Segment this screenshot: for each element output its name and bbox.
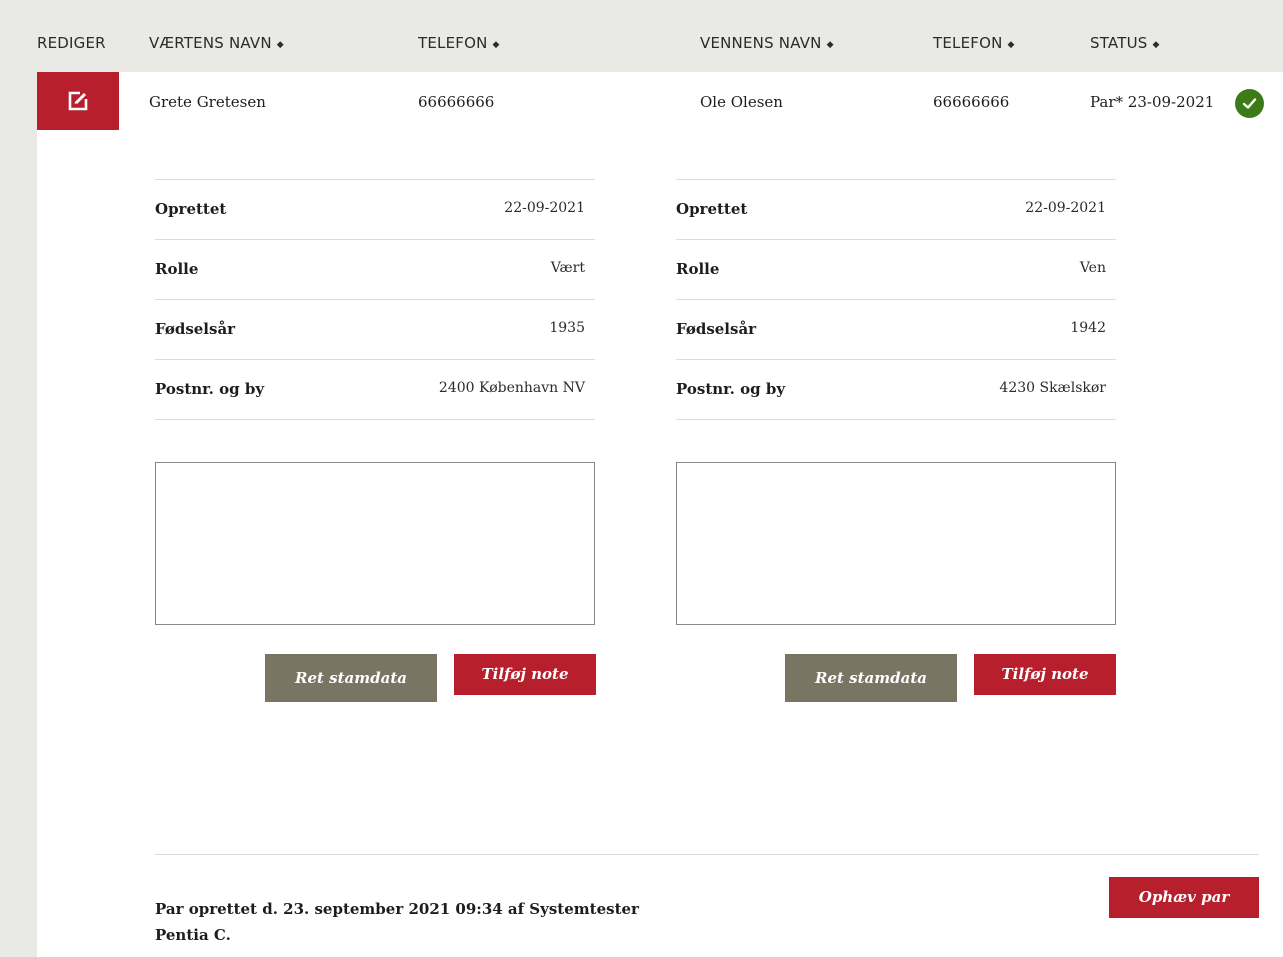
friend-details-table: Oprettet 22-09-2021 Rolle Ven Fødselsår …	[676, 179, 1116, 420]
header-host-name[interactable]: VÆRTENS NAVN ◆	[149, 34, 284, 52]
detail-row: Oprettet 22-09-2021	[676, 180, 1116, 240]
detail-value: 1942	[1070, 320, 1106, 336]
header-friend-phone[interactable]: TELEFON ◆	[933, 34, 1015, 52]
detail-label: Fødselsår	[676, 320, 757, 338]
sort-icon[interactable]: ◆	[1008, 40, 1015, 50]
status-text: Par* 23-09-2021	[1090, 93, 1215, 111]
header-friend-name[interactable]: VENNENS NAVN ◆	[700, 34, 834, 52]
friend-name: Ole Olesen	[700, 93, 783, 111]
sort-icon[interactable]: ◆	[277, 40, 284, 50]
friend-edit-master-data-button[interactable]: Ret stamdata	[785, 654, 957, 702]
detail-label: Fødselsår	[155, 320, 236, 338]
host-add-note-button[interactable]: Tilføj note	[454, 654, 596, 695]
detail-value: 4230 Skælskør	[999, 380, 1106, 396]
detail-row: Oprettet 22-09-2021	[155, 180, 595, 240]
detail-label: Oprettet	[676, 200, 748, 218]
detail-value: 1935	[549, 320, 585, 336]
check-circle-icon	[1235, 89, 1264, 118]
footer-divider	[155, 854, 1259, 855]
sort-icon[interactable]: ◆	[827, 40, 834, 50]
detail-value: Ven	[1079, 260, 1106, 276]
detail-label: Rolle	[155, 260, 199, 278]
header-status[interactable]: STATUS ◆	[1090, 34, 1160, 52]
pair-created-info: Par oprettet d. 23. september 2021 09:34…	[155, 900, 639, 944]
host-name: Grete Gretesen	[149, 93, 266, 111]
sort-icon[interactable]: ◆	[493, 40, 500, 50]
dissolve-pair-button[interactable]: Ophæv par	[1109, 877, 1259, 918]
edit-icon	[68, 91, 88, 111]
detail-row: Postnr. og by 4230 Skælskør	[676, 360, 1116, 420]
friend-phone: 66666666	[933, 93, 1010, 111]
host-details-table: Oprettet 22-09-2021 Rolle Vært Fødselsår…	[155, 179, 595, 420]
host-note-area[interactable]	[155, 462, 595, 625]
detail-label: Postnr. og by	[676, 380, 786, 398]
detail-value: 22-09-2021	[504, 200, 585, 216]
friend-note-area[interactable]	[676, 462, 1116, 625]
detail-row: Fødselsår 1942	[676, 300, 1116, 360]
detail-row: Rolle Vært	[155, 240, 595, 300]
host-edit-master-data-button[interactable]: Ret stamdata	[265, 654, 437, 702]
detail-row: Postnr. og by 2400 København NV	[155, 360, 595, 420]
header-host-phone[interactable]: TELEFON ◆	[418, 34, 500, 52]
detail-row: Rolle Ven	[676, 240, 1116, 300]
sort-icon[interactable]: ◆	[1152, 40, 1159, 50]
friend-add-note-button[interactable]: Tilføj note	[974, 654, 1116, 695]
edit-button[interactable]	[37, 72, 119, 130]
detail-label: Rolle	[676, 260, 720, 278]
detail-label: Postnr. og by	[155, 380, 265, 398]
detail-label: Oprettet	[155, 200, 227, 218]
header-edit: REDIGER	[37, 34, 106, 52]
detail-value: Vært	[550, 260, 585, 276]
detail-value: 22-09-2021	[1025, 200, 1106, 216]
detail-value: 2400 København NV	[438, 380, 585, 396]
table-header: REDIGER VÆRTENS NAVN ◆ TELEFON ◆ VENNENS N…	[0, 12, 1283, 72]
detail-row: Fødselsår 1935	[155, 300, 595, 360]
host-phone: 66666666	[418, 93, 495, 111]
